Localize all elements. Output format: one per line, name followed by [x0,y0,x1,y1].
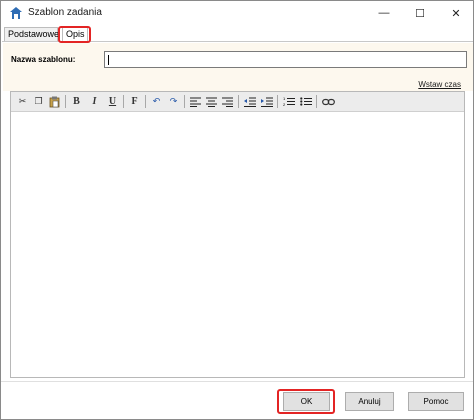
close-button[interactable]: ✕ [441,1,471,25]
toolbar-separator [238,95,239,108]
help-button[interactable]: Pomoc [408,392,464,411]
undo-icon[interactable]: ↶ [150,95,163,108]
editor-toolbar: ✂ ❐ B I U F ↶ ↷ 1 2 [11,92,464,112]
underline-icon[interactable]: U [106,95,119,108]
cancel-button[interactable]: Anuluj [345,392,394,411]
app-icon [9,6,23,20]
link-icon[interactable] [322,95,335,108]
italic-icon[interactable]: I [88,95,101,108]
paste-icon[interactable] [48,95,61,108]
form-area: Nazwa szablonu: Wstaw czas [3,43,473,91]
numbered-list-icon[interactable]: 12 [282,95,295,108]
bold-icon[interactable]: B [70,95,83,108]
maximize-button[interactable]: ☐ [405,1,435,25]
toolbar-separator [184,95,185,108]
template-name-input[interactable] [104,51,467,68]
indent-icon[interactable] [260,95,273,108]
dialog-window: Szablon zadania — ☐ ✕ Podstawowe Opis Na… [0,0,474,420]
align-left-icon[interactable] [189,95,202,108]
title-bar[interactable]: Szablon zadania — ☐ ✕ [1,1,473,25]
outdent-icon[interactable] [243,95,256,108]
bullet-list-icon[interactable] [299,95,312,108]
redo-icon[interactable]: ↷ [167,95,180,108]
svg-text:1: 1 [283,96,286,101]
tab-podstawowe[interactable]: Podstawowe [4,27,59,41]
tab-highlight-marker [58,26,91,43]
align-center-icon[interactable] [205,95,218,108]
window-title: Szablon zadania [28,7,102,18]
svg-text:2: 2 [283,102,286,107]
minimize-button[interactable]: — [369,1,399,25]
font-icon[interactable]: F [128,95,141,108]
toolbar-separator [65,95,66,108]
insert-time-link[interactable]: Wstaw czas [418,80,461,89]
toolbar-separator [316,95,317,108]
rich-text-editor: ✂ ❐ B I U F ↶ ↷ 1 2 [10,91,465,378]
align-right-icon[interactable] [221,95,234,108]
toolbar-separator [145,95,146,108]
footer-divider [1,381,473,382]
copy-icon[interactable]: ❐ [32,95,45,108]
editor-content-area[interactable] [11,112,464,377]
cut-icon[interactable]: ✂ [16,95,29,108]
template-name-label: Nazwa szablonu: [11,55,76,64]
toolbar-separator [123,95,124,108]
text-caret [108,55,109,65]
ok-highlight-marker [277,389,335,414]
toolbar-separator [277,95,278,108]
